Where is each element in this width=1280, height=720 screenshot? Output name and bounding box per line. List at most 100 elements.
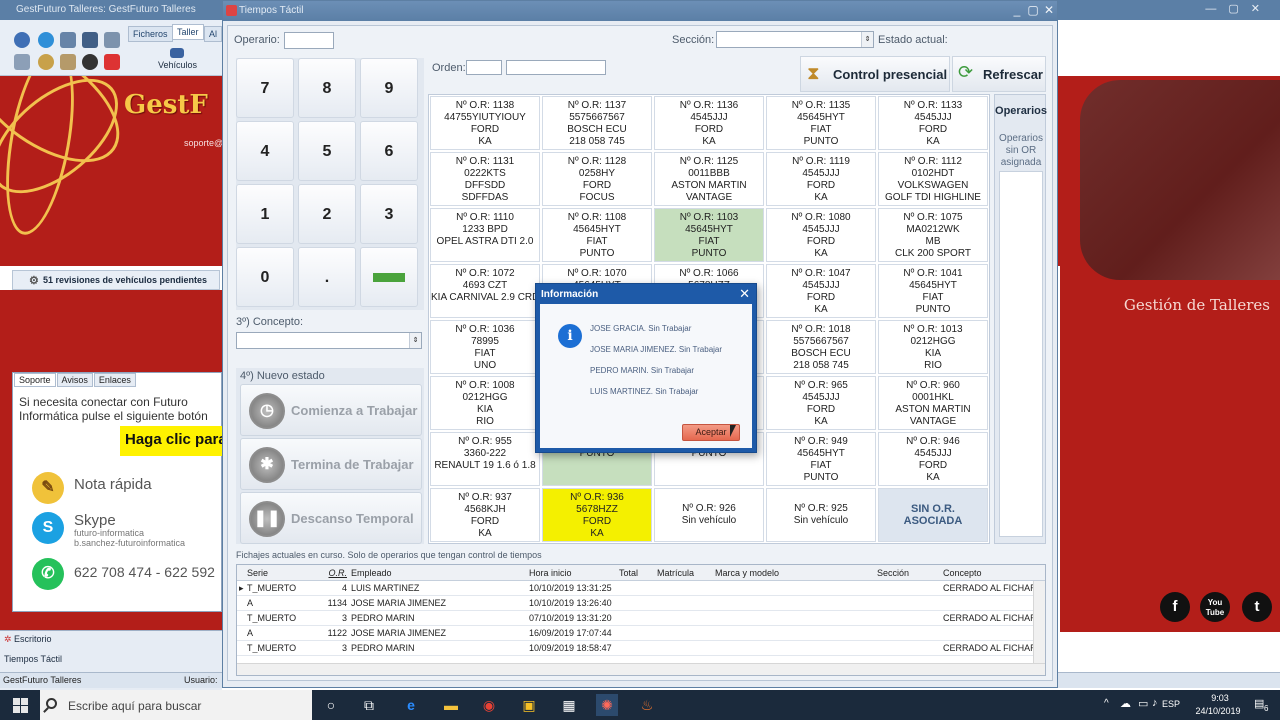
column-header[interactable]: Total (619, 568, 655, 578)
order-card[interactable]: Nº O.R: 1108 45645HYT FIAT PUNTO (542, 208, 652, 262)
order-card[interactable]: Nº O.R: 936 5678HZZ FORD KA (542, 488, 652, 542)
column-header[interactable]: Serie (247, 568, 301, 578)
column-header[interactable]: Concepto (943, 568, 1033, 578)
seccion-select[interactable]: ⇕ (716, 31, 874, 48)
control-presencial-button[interactable]: ⧗ Control presencial (800, 56, 950, 92)
computer-icon[interactable] (104, 32, 120, 48)
notifications-icon[interactable]: ▤ (1254, 697, 1264, 710)
key-decimal[interactable]: . (298, 247, 356, 307)
clock-date[interactable]: 24/10/2019 (1186, 706, 1250, 716)
order-card[interactable]: Nº O.R: 1110 1233 BPD OPEL ASTRA DTI 2.0 (430, 208, 540, 262)
order-card[interactable]: Nº O.R: 1008 0212HGG KIA RIO (430, 376, 540, 430)
volume-icon[interactable]: ♪ (1152, 697, 1158, 709)
vehiculos-button[interactable]: Vehículos (158, 60, 197, 70)
tab-al[interactable]: Al (204, 26, 223, 42)
key-enter[interactable] (360, 247, 418, 307)
orden-input[interactable] (466, 60, 502, 75)
column-header[interactable]: Sección (877, 568, 941, 578)
comienza-trabajar-button[interactable]: ◷ Comienza a Trabajar (240, 384, 422, 436)
edge-icon[interactable]: e (400, 694, 422, 716)
nota-rapida[interactable]: ✎ Nota rápida (32, 472, 222, 506)
order-card[interactable]: Nº O.R: 1133 4545JJJ FORD KA (878, 96, 988, 150)
column-header[interactable]: Marca y modelo (715, 568, 875, 578)
tab-taller[interactable]: Taller (172, 24, 204, 40)
order-card[interactable]: Nº O.R: 1072 4693 CZT KIA CARNIVAL 2.9 CRD… (430, 264, 540, 318)
back-icon[interactable] (14, 32, 30, 48)
orden-description-input[interactable] (506, 60, 606, 75)
language-indicator[interactable]: ESP (1162, 699, 1180, 709)
table-row[interactable]: ▸ T_MUERTO 4 LUIS MARTINEZ 10/10/2019 13:31:… (237, 581, 1033, 596)
key-8[interactable]: 8 (298, 58, 356, 118)
table-row[interactable]: T_MUERTO 3 PEDRO MARIN 10/09/2019 18:58:47 C… (237, 641, 1033, 656)
order-card[interactable]: SIN O.R. ASOCIADA (878, 488, 988, 542)
order-card[interactable]: Nº O.R: 1047 4545JJJ FORD KA (766, 264, 876, 318)
column-header[interactable]: Matrícula (657, 568, 713, 578)
start-button[interactable] (0, 690, 40, 720)
order-card[interactable]: Nº O.R: 1136 4545JJJ FORD KA (654, 96, 764, 150)
car-icon[interactable] (170, 48, 184, 58)
calculator-icon[interactable] (14, 54, 30, 70)
network-icon[interactable]: ▭ (1138, 697, 1148, 710)
vertical-scrollbar[interactable] (1033, 581, 1045, 663)
clock-time[interactable]: 9:03 (1200, 693, 1240, 703)
tab-avisos[interactable]: Avisos (56, 373, 93, 387)
order-card[interactable]: Nº O.R: 1138 44755YIUTYIOUY FORD KA (430, 96, 540, 150)
support-email[interactable]: soporte@ (184, 138, 223, 148)
order-card[interactable]: Nº O.R: 1041 45645HYT FIAT PUNTO (878, 264, 988, 318)
order-card[interactable]: Nº O.R: 1131 0222KTS DFFSDD SDFFDAS (430, 152, 540, 206)
order-card[interactable]: Nº O.R: 937 4568KJH FORD KA (430, 488, 540, 542)
book-icon[interactable] (82, 32, 98, 48)
power-icon[interactable] (104, 54, 120, 70)
whatsapp-contact[interactable]: ✆ 622 708 474 - 622 592 (32, 558, 222, 592)
task-view-icon[interactable]: ⧉ (358, 694, 380, 716)
key-1[interactable]: 1 (236, 184, 294, 244)
bg-window-controls[interactable]: —▢✕ (1205, 2, 1272, 15)
order-card[interactable]: Nº O.R: 1119 4545JJJ FORD KA (766, 152, 876, 206)
table-row[interactable]: A 1134 JOSE MARIA JIMENEZ 10/10/2019 13:26:… (237, 596, 1033, 611)
tab-enlaces[interactable]: Enlaces (93, 373, 136, 387)
minimize-icon[interactable]: _ (1009, 3, 1025, 17)
column-header[interactable]: Hora inicio (529, 568, 617, 578)
key-6[interactable]: 6 (360, 121, 418, 181)
skype-contact[interactable]: S Skype futuro-informatica b.sanchez-fut… (32, 512, 222, 552)
gestfuturo-app-icon[interactable]: ✺ (596, 694, 618, 716)
order-card[interactable]: Nº O.R: 1036 78995 FIAT UNO (430, 320, 540, 374)
order-card[interactable]: Nº O.R: 1125 0011BBB ASTON MARTIN VANTAGE (654, 152, 764, 206)
order-card[interactable]: Nº O.R: 955 3360-222 RENAULT 19 1.6 ó 1.8 (430, 432, 540, 486)
table-row[interactable]: T_MUERTO 3 PEDRO MARIN 07/10/2019 13:31:20 C… (237, 611, 1033, 626)
order-card[interactable]: Nº O.R: 925 Sin vehículo (766, 488, 876, 542)
order-card[interactable]: Nº O.R: 949 45645HYT FIAT PUNTO (766, 432, 876, 486)
order-card[interactable]: Nº O.R: 1013 0212HGG KIA RIO (878, 320, 988, 374)
app-icon[interactable]: ♨ (636, 694, 658, 716)
monitor-icon[interactable] (60, 32, 76, 48)
column-header[interactable]: Empleado (351, 568, 521, 578)
browser-icon[interactable] (38, 32, 54, 48)
table-row[interactable]: A 1122 JOSE MARIA JIMENEZ 16/09/2019 17:07:… (237, 626, 1033, 641)
menu-item-tiempos-tactil[interactable]: Tiempos Táctil (0, 651, 222, 669)
order-card[interactable]: Nº O.R: 1137 5575667567 BOSCH ECU 218 058 7… (542, 96, 652, 150)
close-icon[interactable]: ✕ (739, 286, 750, 302)
tab-ficheros[interactable]: Ficheros (128, 26, 173, 42)
chrome-icon[interactable]: ◉ (478, 694, 500, 716)
operario-input[interactable] (284, 32, 334, 49)
maximize-icon[interactable]: ▢ (1025, 3, 1041, 17)
operarios-list[interactable] (999, 171, 1043, 537)
column-header[interactable]: O.R. (299, 568, 347, 578)
order-card[interactable]: Nº O.R: 965 4545JJJ FORD KA (766, 376, 876, 430)
twitter-icon[interactable]: t (1242, 592, 1272, 622)
refrescar-button[interactable]: ⟳ Refrescar (952, 56, 1046, 92)
menu-item-escritorio[interactable]: ✲ Escritorio (0, 631, 222, 649)
key-7[interactable]: 7 (236, 58, 294, 118)
descanso-temporal-button[interactable]: ❚❚ Descanso Temporal (240, 492, 422, 544)
facebook-icon[interactable]: f (1160, 592, 1190, 622)
key-4[interactable]: 4 (236, 121, 294, 181)
order-card[interactable]: Nº O.R: 1128 0258HY FORD FOCUS (542, 152, 652, 206)
youtube-icon[interactable]: You Tube (1200, 592, 1230, 622)
order-card[interactable]: Nº O.R: 1080 4545JJJ FORD KA (766, 208, 876, 262)
tab-soporte[interactable]: Soporte (14, 373, 56, 387)
order-card[interactable]: Nº O.R: 1018 5575667567 BOSCH ECU 218 058 7… (766, 320, 876, 374)
onedrive-icon[interactable]: ☁ (1120, 697, 1131, 710)
termina-trabajar-button[interactable]: ✱ Termina de Trabajar (240, 438, 422, 490)
order-card[interactable]: Nº O.R: 1075 MA0212WK MB CLK 200 SPORT (878, 208, 988, 262)
order-card[interactable]: Nº O.R: 1103 45645HYT FIAT PUNTO (654, 208, 764, 262)
